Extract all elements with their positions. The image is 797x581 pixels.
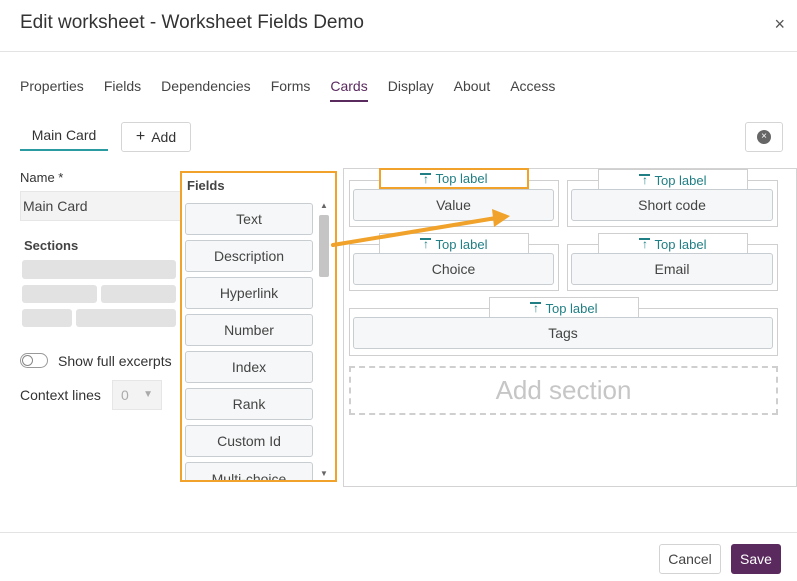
top-label-toggle[interactable]: Top label	[598, 233, 748, 254]
name-label: Name *	[20, 170, 64, 185]
add-section-dropzone[interactable]: Add section	[349, 366, 778, 415]
tab-properties[interactable]: Properties	[20, 78, 84, 102]
align-top-icon	[639, 173, 651, 187]
field-item-hyperlink[interactable]: Hyperlink	[185, 277, 313, 309]
top-label-text: Top label	[654, 172, 707, 188]
tab-about[interactable]: About	[454, 78, 491, 102]
top-label-toggle[interactable]: Top label	[489, 297, 639, 318]
field-item-index[interactable]: Index	[185, 351, 313, 383]
card-field-choice[interactable]: Choice	[353, 253, 554, 285]
top-label-text: Top label	[435, 171, 488, 186]
clear-button[interactable]: ×	[745, 122, 783, 152]
dialog-title: Edit worksheet - Worksheet Fields Demo	[20, 12, 364, 33]
align-top-icon	[420, 237, 432, 251]
field-item-text[interactable]: Text	[185, 203, 313, 235]
tab-fields[interactable]: Fields	[104, 78, 141, 102]
add-card-button[interactable]: + Add	[121, 122, 191, 152]
top-label-toggle[interactable]: Top label	[598, 169, 748, 190]
section-skeleton	[101, 285, 176, 303]
close-circle-icon: ×	[757, 130, 771, 144]
top-label-toggle[interactable]: Top label	[379, 168, 529, 189]
tab-bar: Properties Fields Dependencies Forms Car…	[20, 78, 555, 102]
save-button[interactable]: Save	[731, 544, 781, 574]
align-top-icon	[530, 301, 542, 315]
header-divider	[0, 51, 797, 52]
fields-panel: Fields Text Description Hyperlink Number…	[180, 171, 337, 482]
top-label-text: Top label	[545, 300, 598, 316]
cancel-button[interactable]: Cancel	[659, 544, 721, 574]
name-field[interactable]: Main Card	[20, 191, 180, 221]
close-icon[interactable]: ×	[774, 14, 785, 35]
toggle-knob	[22, 355, 33, 366]
section-skeleton	[22, 260, 176, 279]
section-skeleton	[76, 309, 176, 327]
context-lines-label: Context lines	[20, 387, 101, 403]
align-top-icon	[639, 237, 651, 251]
scroll-down-icon[interactable]: ▼	[317, 469, 331, 478]
tab-forms[interactable]: Forms	[271, 78, 311, 102]
top-label-toggle[interactable]: Top label	[379, 233, 529, 254]
field-item-custom-id[interactable]: Custom Id	[185, 425, 313, 457]
card-tab-main[interactable]: Main Card	[20, 127, 108, 151]
card-field-short-code[interactable]: Short code	[571, 189, 773, 221]
top-label-text: Top label	[435, 236, 488, 252]
context-lines-select[interactable]: 0 ▼	[112, 380, 162, 410]
field-item-description[interactable]: Description	[185, 240, 313, 272]
scroll-thumb[interactable]	[319, 215, 329, 277]
sections-label: Sections	[24, 238, 79, 253]
field-item-rank[interactable]: Rank	[185, 388, 313, 420]
top-label-text: Top label	[654, 236, 707, 252]
show-excerpts-toggle[interactable]	[20, 353, 48, 368]
field-item-multi-choice[interactable]: Multi-choice	[185, 462, 313, 480]
tab-cards[interactable]: Cards	[330, 78, 368, 102]
plus-icon: +	[135, 128, 146, 145]
footer-divider	[0, 532, 797, 533]
section-skeleton	[22, 285, 97, 303]
context-lines-value: 0	[121, 387, 129, 403]
scroll-up-icon[interactable]: ▲	[317, 201, 331, 210]
align-top-icon	[420, 172, 432, 186]
caret-down-icon: ▼	[143, 389, 153, 400]
add-card-label: Add	[151, 129, 177, 145]
section-skeleton	[22, 309, 72, 327]
fields-scrollbar[interactable]: ▲ ▼	[317, 201, 331, 478]
field-item-number[interactable]: Number	[185, 314, 313, 346]
card-field-value[interactable]: Value	[353, 189, 554, 221]
fields-title: Fields	[187, 178, 225, 193]
tab-access[interactable]: Access	[510, 78, 555, 102]
card-field-email[interactable]: Email	[571, 253, 773, 285]
card-field-tags[interactable]: Tags	[353, 317, 773, 349]
show-excerpts-label: Show full excerpts	[58, 353, 172, 369]
tab-display[interactable]: Display	[388, 78, 434, 102]
card-canvas: Top label Value Top label Short code Top…	[343, 168, 797, 487]
tab-dependencies[interactable]: Dependencies	[161, 78, 251, 102]
